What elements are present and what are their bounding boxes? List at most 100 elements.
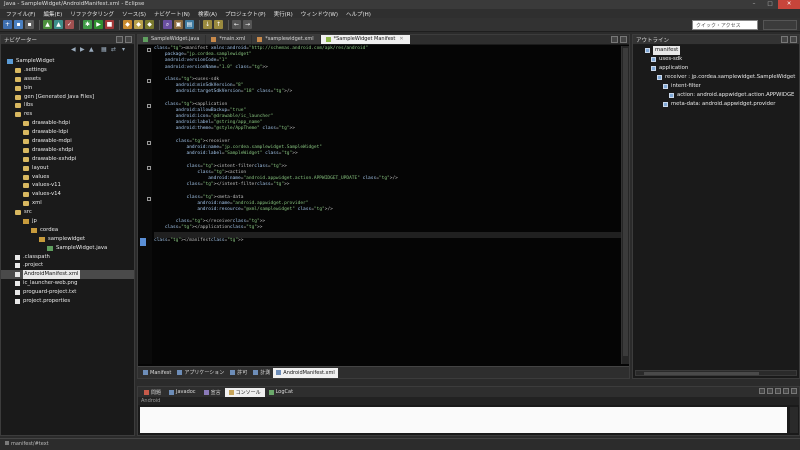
navigator-item[interactable]: drawable-xhdpi: [1, 146, 134, 155]
menu-item[interactable]: ファイル(F): [2, 10, 39, 18]
editor-maximize-button[interactable]: [620, 36, 627, 43]
run-icon[interactable]: ▶: [94, 20, 103, 29]
navigator-item[interactable]: SampleWidget: [1, 57, 134, 66]
console-output[interactable]: [140, 407, 787, 433]
editor-tab[interactable]: *SampleWidget Manifest ✕: [320, 35, 410, 44]
manifest-page-tab[interactable]: AndroidManifest.xml: [273, 367, 338, 378]
navigator-item[interactable]: assets: [1, 75, 134, 84]
menu-item[interactable]: 検索(A): [194, 10, 221, 18]
lint-icon[interactable]: ✓: [65, 20, 74, 29]
maximize-view-button[interactable]: [125, 36, 132, 43]
navigator-item[interactable]: src: [1, 208, 134, 217]
new-class-icon[interactable]: ◆: [134, 20, 143, 29]
console-maximize-button[interactable]: [791, 388, 797, 394]
navigator-item[interactable]: drawable-xxhdpi: [1, 155, 134, 164]
navigator-item[interactable]: SampleWidget.java: [1, 244, 134, 253]
console-tab[interactable]: コンソール: [224, 387, 265, 397]
navigator-item[interactable]: layout: [1, 164, 134, 173]
menu-item[interactable]: ウィンドウ(W): [297, 10, 342, 18]
navigator-item[interactable]: .classpath: [1, 253, 134, 262]
console-tab[interactable]: LogCat: [265, 388, 297, 397]
console-scrollbar[interactable]: [790, 407, 798, 433]
next-annotation-icon[interactable]: ↓: [203, 20, 212, 29]
console-minimize-button[interactable]: [783, 388, 789, 394]
outline-item[interactable]: uses-sdk: [633, 55, 799, 64]
editor-tab[interactable]: SampleWidget.java: [138, 35, 206, 44]
android-sdk-icon[interactable]: ▲: [43, 20, 52, 29]
fold-marker[interactable]: [147, 166, 151, 170]
navigator-item[interactable]: drawable-mdpi: [1, 137, 134, 146]
navigator-item[interactable]: values-v11: [1, 181, 134, 190]
fold-marker[interactable]: [147, 79, 151, 83]
outline-horizontal-scrollbar[interactable]: [635, 370, 797, 376]
maximize-button[interactable]: □: [762, 0, 778, 9]
navigator-item[interactable]: .settings: [1, 66, 134, 75]
editor-tab[interactable]: *samplewidget.xml: [252, 35, 320, 44]
menu-item[interactable]: プロジェクト(P): [221, 10, 270, 18]
minimize-view-button[interactable]: [116, 36, 123, 43]
outline-maximize-button[interactable]: [790, 36, 797, 43]
fold-marker[interactable]: [147, 48, 151, 52]
navigator-item[interactable]: xml: [1, 199, 134, 208]
outline-item[interactable]: intent-filter: [633, 82, 799, 91]
search-icon[interactable]: ⌕: [163, 20, 172, 29]
open-task-icon[interactable]: ▣: [174, 20, 183, 29]
editor-vertical-scrollbar[interactable]: [621, 46, 629, 364]
outline-item[interactable]: meta-data: android.appwidget.provider: [633, 100, 799, 109]
console-tab[interactable]: 宣言: [200, 388, 225, 397]
external-tools-icon[interactable]: ■: [105, 20, 114, 29]
navigator-item[interactable]: .project: [1, 261, 134, 270]
navigator-item[interactable]: values: [1, 173, 134, 182]
toggle-mark-icon[interactable]: ▤: [185, 20, 194, 29]
outline-item[interactable]: manifest: [633, 46, 799, 55]
perspective-switcher[interactable]: [763, 20, 797, 30]
open-type-icon[interactable]: ◆: [145, 20, 154, 29]
save-icon[interactable]: ▪: [14, 20, 23, 29]
new-icon[interactable]: +: [3, 20, 12, 29]
navigator-item[interactable]: project.properties: [1, 297, 134, 306]
menu-item[interactable]: 実行(R): [270, 10, 297, 18]
up-icon[interactable]: ▲: [89, 46, 96, 53]
menu-item[interactable]: 編集(E): [39, 10, 66, 18]
outline-minimize-button[interactable]: [781, 36, 788, 43]
outline-item[interactable]: application: [633, 64, 799, 73]
console-clear-button[interactable]: [767, 388, 773, 394]
prev-annotation-icon[interactable]: ↑: [214, 20, 223, 29]
link-editor-icon[interactable]: ⇄: [111, 46, 118, 53]
manifest-page-tab[interactable]: 計測: [250, 368, 273, 378]
close-tab-icon[interactable]: ✕: [399, 35, 403, 44]
navigator-item[interactable]: jp: [1, 217, 134, 226]
menu-item[interactable]: ヘルプ(H): [342, 10, 375, 18]
fold-marker[interactable]: [147, 141, 151, 145]
back-arrow-icon[interactable]: ◀: [71, 46, 78, 53]
menu-item[interactable]: ナビゲート(N): [150, 10, 194, 18]
debug-icon[interactable]: ✱: [83, 20, 92, 29]
console-tab[interactable]: 問題: [140, 388, 165, 397]
console-menu-button[interactable]: [775, 388, 781, 394]
avd-manager-icon[interactable]: ▲: [54, 20, 63, 29]
collapse-all-icon[interactable]: ▦: [101, 46, 108, 53]
console-tab[interactable]: Javadoc: [165, 388, 200, 397]
menu-item[interactable]: リファクタリング: [66, 10, 118, 18]
view-menu-icon[interactable]: ▾: [122, 46, 129, 53]
menu-item[interactable]: ソース(S): [118, 10, 150, 18]
editor-minimize-button[interactable]: [611, 36, 618, 43]
navigator-item[interactable]: AndroidManifest.xml: [1, 270, 134, 280]
minimize-button[interactable]: –: [746, 0, 762, 9]
manifest-page-tab[interactable]: Manifest: [140, 368, 174, 378]
forward-arrow-icon[interactable]: ▶: [80, 46, 87, 53]
close-button[interactable]: ✕: [778, 0, 800, 9]
quick-access-input[interactable]: クイック・アクセス: [692, 20, 758, 30]
navigator-item[interactable]: bin: [1, 84, 134, 93]
fold-marker[interactable]: [147, 197, 151, 201]
save-all-icon[interactable]: ▪: [25, 20, 34, 29]
manifest-page-tab[interactable]: 許可: [227, 368, 250, 378]
navigator-item[interactable]: res: [1, 110, 134, 119]
navigator-item[interactable]: ic_launcher-web.png: [1, 279, 134, 288]
outline-item[interactable]: receiver : jp.cordea.samplewidget.Sample…: [633, 73, 799, 82]
navigator-item[interactable]: samplewidget: [1, 235, 134, 244]
editor-tab[interactable]: *main.xml: [206, 35, 252, 44]
fold-marker[interactable]: [147, 104, 151, 108]
forward-icon[interactable]: →: [243, 20, 252, 29]
navigator-item[interactable]: drawable-hdpi: [1, 119, 134, 128]
